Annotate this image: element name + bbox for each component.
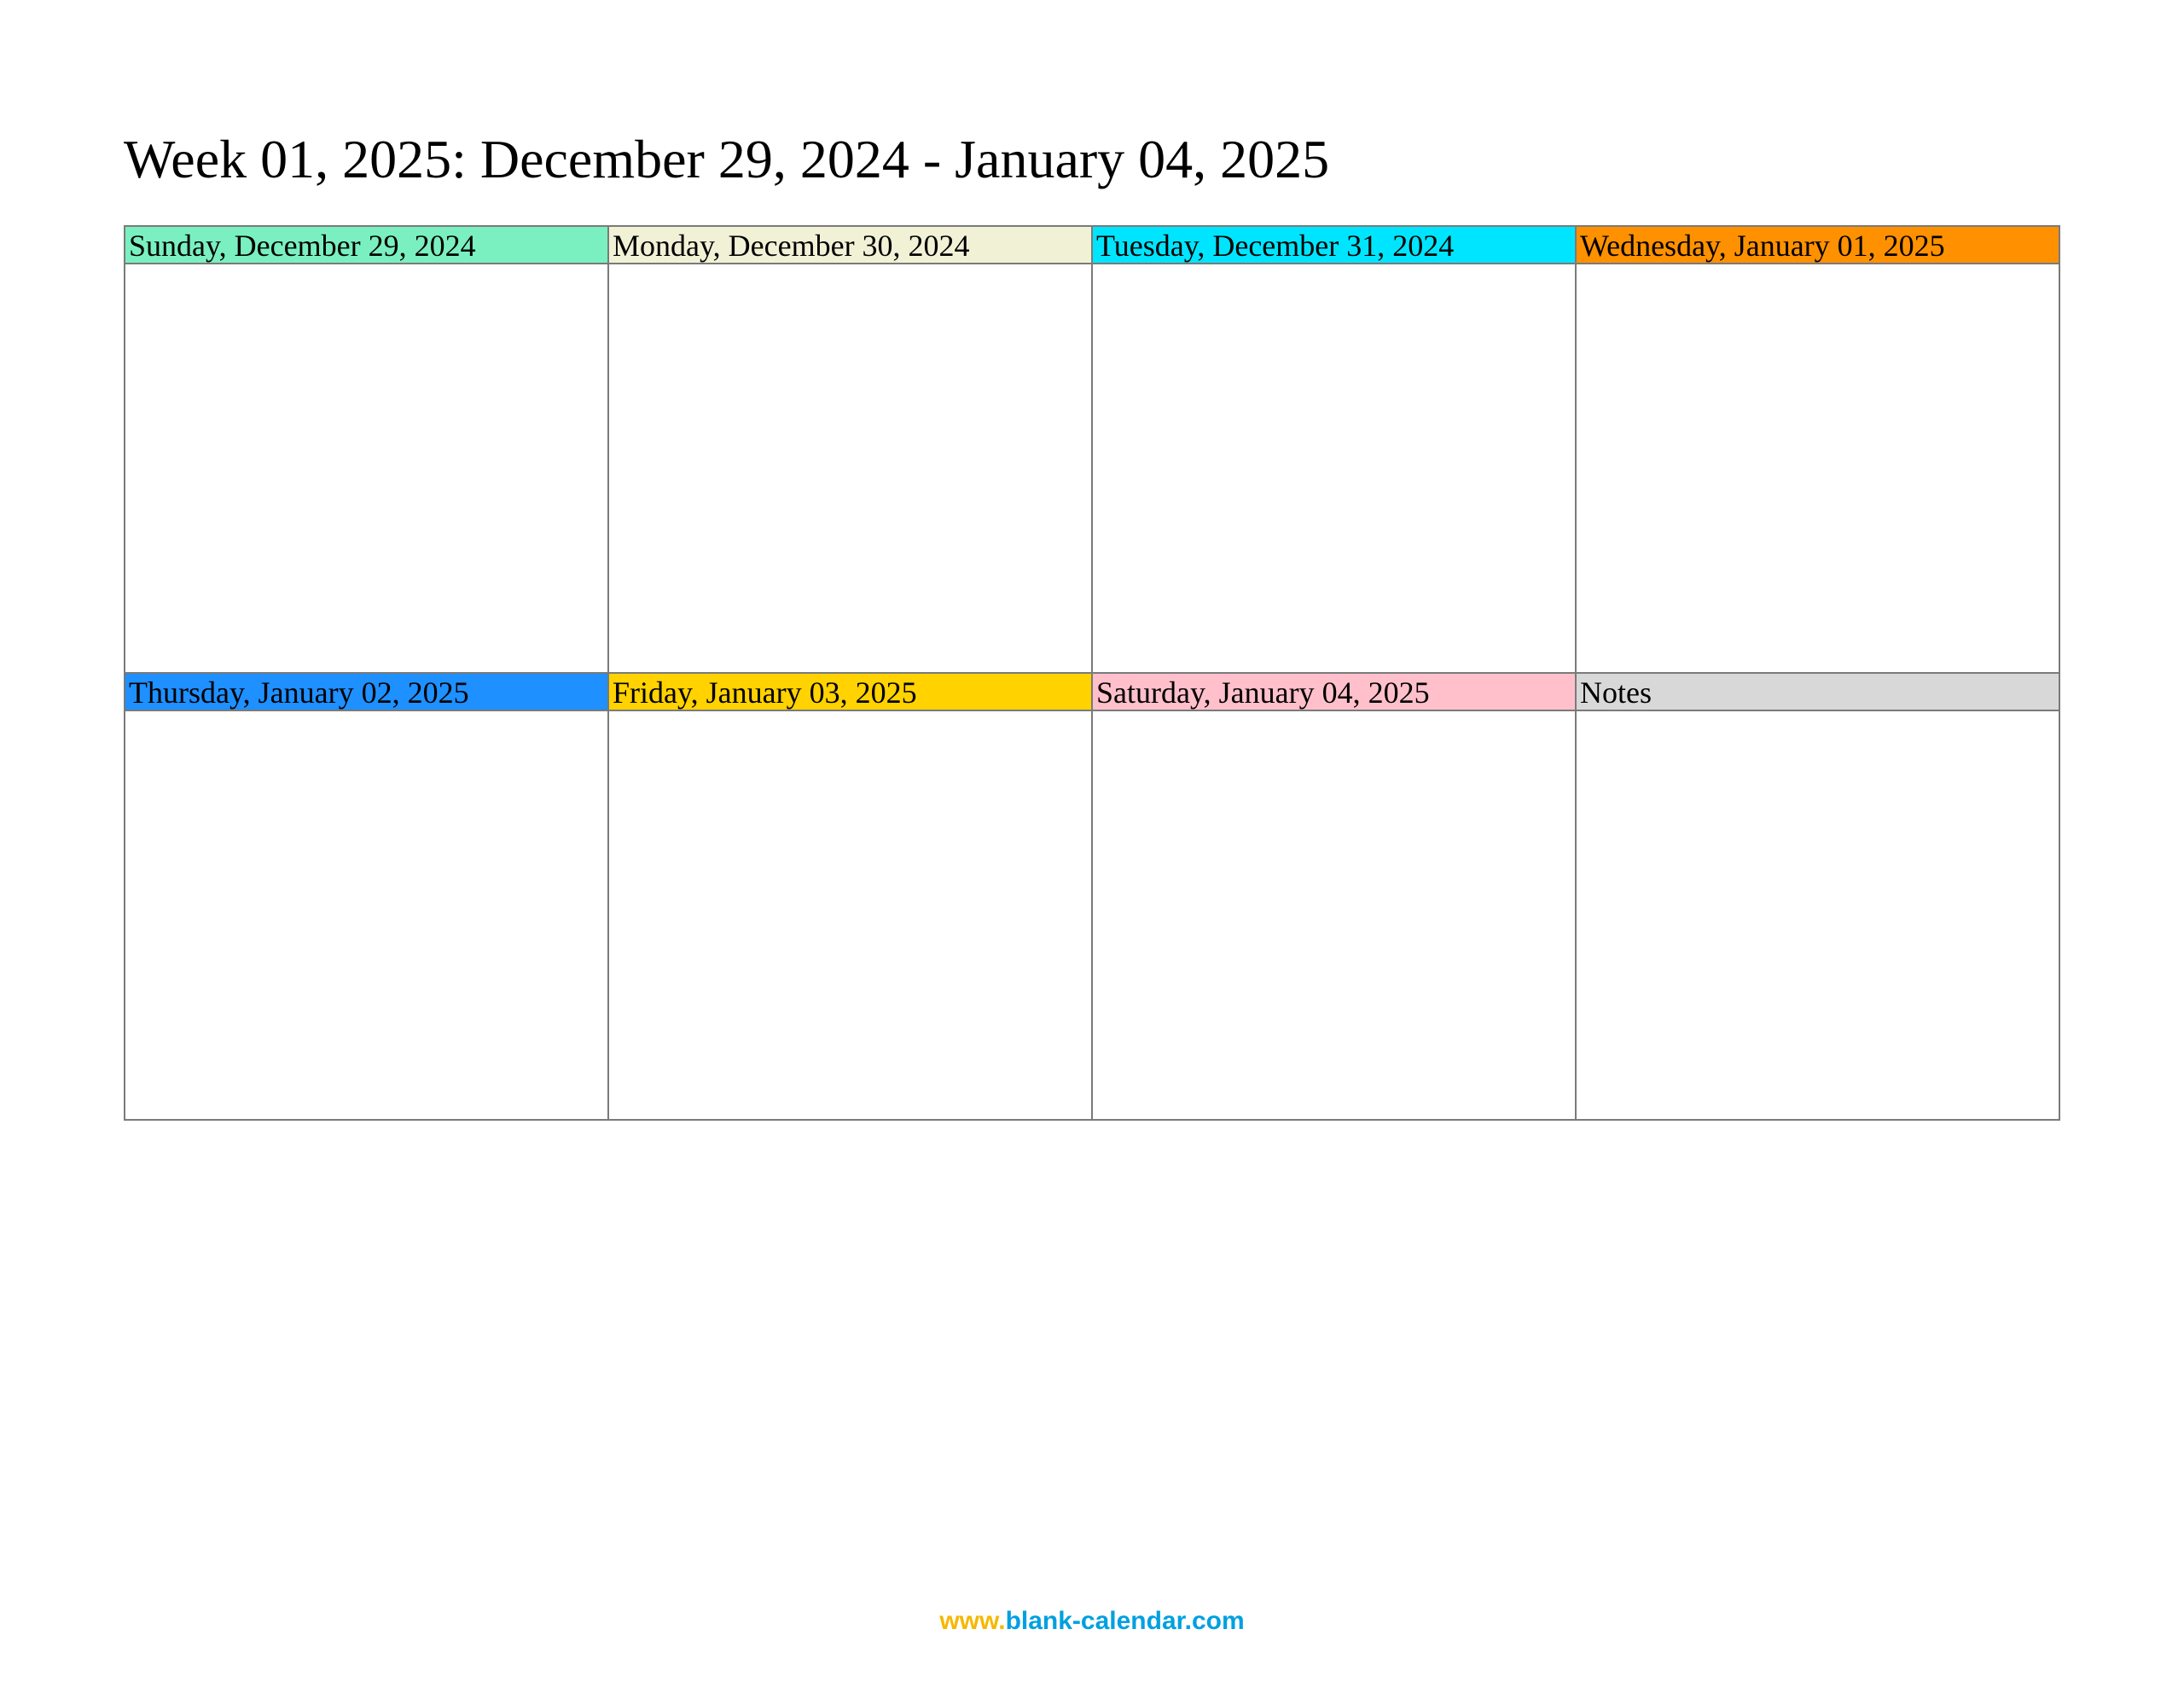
header-monday: Monday, December 30, 2024 xyxy=(608,226,1092,264)
header-tuesday: Tuesday, December 31, 2024 xyxy=(1092,226,1576,264)
week-grid: Sunday, December 29, 2024 Monday, Decemb… xyxy=(124,225,2060,1121)
header-friday: Friday, January 03, 2025 xyxy=(608,673,1092,710)
header-saturday: Saturday, January 04, 2025 xyxy=(1092,673,1576,710)
cell-thursday[interactable] xyxy=(125,710,608,1120)
cell-notes[interactable] xyxy=(1576,710,2059,1120)
header-thursday: Thursday, January 02, 2025 xyxy=(125,673,608,710)
cell-wednesday[interactable] xyxy=(1576,264,2059,673)
header-sunday: Sunday, December 29, 2024 xyxy=(125,226,608,264)
header-notes: Notes xyxy=(1576,673,2059,710)
cell-sunday[interactable] xyxy=(125,264,608,673)
footer-link[interactable]: www.blank-calendar.com xyxy=(0,1607,2184,1636)
cell-tuesday[interactable] xyxy=(1092,264,1576,673)
cell-saturday[interactable] xyxy=(1092,710,1576,1120)
week-title: Week 01, 2025: December 29, 2024 - Janua… xyxy=(124,128,2060,191)
cell-friday[interactable] xyxy=(608,710,1092,1120)
header-wednesday: Wednesday, January 01, 2025 xyxy=(1576,226,2059,264)
cell-monday[interactable] xyxy=(608,264,1092,673)
footer-part1: www. xyxy=(939,1607,1005,1635)
footer-part2: blank-calendar.com xyxy=(1006,1607,1245,1635)
calendar-page: Week 01, 2025: December 29, 2024 - Janua… xyxy=(0,0,2184,1687)
